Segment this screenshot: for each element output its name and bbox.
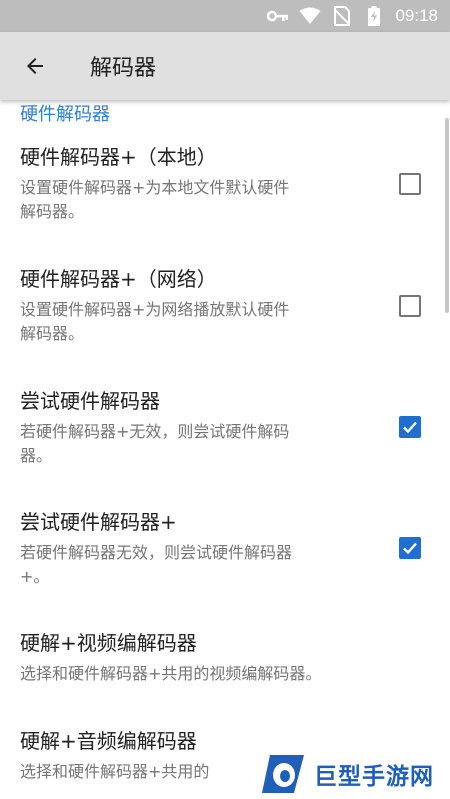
battery-charging-icon — [363, 5, 385, 27]
pref-title: 硬件解码器+（网络） — [20, 267, 217, 291]
pref-summary: 若硬件解码器+无效，则尝试硬件解码 器。 — [20, 422, 290, 465]
pref-summary: 若硬件解码器无效，则尝试硬件解码器 +。 — [20, 543, 293, 586]
checkbox-hw-decoder-plus-local[interactable] — [399, 173, 421, 195]
app-bar: 解码器 — [0, 32, 450, 100]
check-icon — [403, 542, 417, 555]
page-title: 解码器 — [90, 56, 157, 81]
wifi-icon — [299, 5, 321, 27]
pref-summary: 设置硬件解码器+为本地文件默认硬件 解码器。 — [20, 178, 290, 221]
arrow-back-icon — [27, 58, 43, 74]
checkbox-hw-decoder-plus-network[interactable] — [399, 295, 421, 317]
no-sim-icon — [331, 5, 353, 27]
pref-title: 硬解+视频编解码器 — [20, 631, 197, 655]
pref-hw-decoder-plus-network[interactable]: 硬件解码器+（网络） 设置硬件解码器+为网络播放默认硬件 解码器。 — [0, 266, 450, 346]
pref-hw-plus-video-codecs[interactable]: 硬解+视频编解码器 选择和硬件解码器+共用的视频编解码器。 — [0, 630, 450, 686]
watermark: 巨型手游网 — [258, 748, 450, 799]
vpn-key-icon — [267, 5, 289, 27]
checkbox-try-hw-decoder[interactable] — [399, 416, 421, 438]
section-header: 硬件解码器 — [20, 104, 110, 125]
pref-hw-decoder-plus-local[interactable]: 硬件解码器+（本地） 设置硬件解码器+为本地文件默认硬件 解码器。 — [0, 144, 450, 224]
pref-try-hw-decoder-plus[interactable]: 尝试硬件解码器+ 若硬件解码器无效，则尝试硬件解码器 +。 — [0, 509, 450, 589]
pref-title: 硬件解码器+（本地） — [20, 145, 217, 169]
check-icon — [403, 421, 417, 434]
preferences-list: 硬件解码器 硬件解码器+（本地） 设置硬件解码器+为本地文件默认硬件 解码器。 … — [0, 100, 450, 799]
checkbox-try-hw-decoder-plus[interactable] — [399, 537, 421, 559]
pref-try-hw-decoder[interactable]: 尝试硬件解码器 若硬件解码器+无效，则尝试硬件解码 器。 — [0, 388, 450, 468]
scrollbar[interactable] — [445, 118, 449, 313]
pref-summary: 选择和硬件解码器+共用的视频编解码器。 — [20, 664, 322, 683]
pref-title: 尝试硬件解码器+ — [20, 510, 177, 534]
pref-title: 尝试硬件解码器 — [20, 389, 160, 413]
back-button[interactable] — [0, 32, 70, 100]
clock-time: 09:18 — [395, 6, 438, 25]
status-bar: 09:18 — [0, 0, 450, 32]
brand-logo-icon — [262, 754, 304, 793]
pref-summary: 设置硬件解码器+为网络播放默认硬件 解码器。 — [20, 300, 290, 343]
watermark-text: 巨型手游网 — [314, 763, 434, 790]
